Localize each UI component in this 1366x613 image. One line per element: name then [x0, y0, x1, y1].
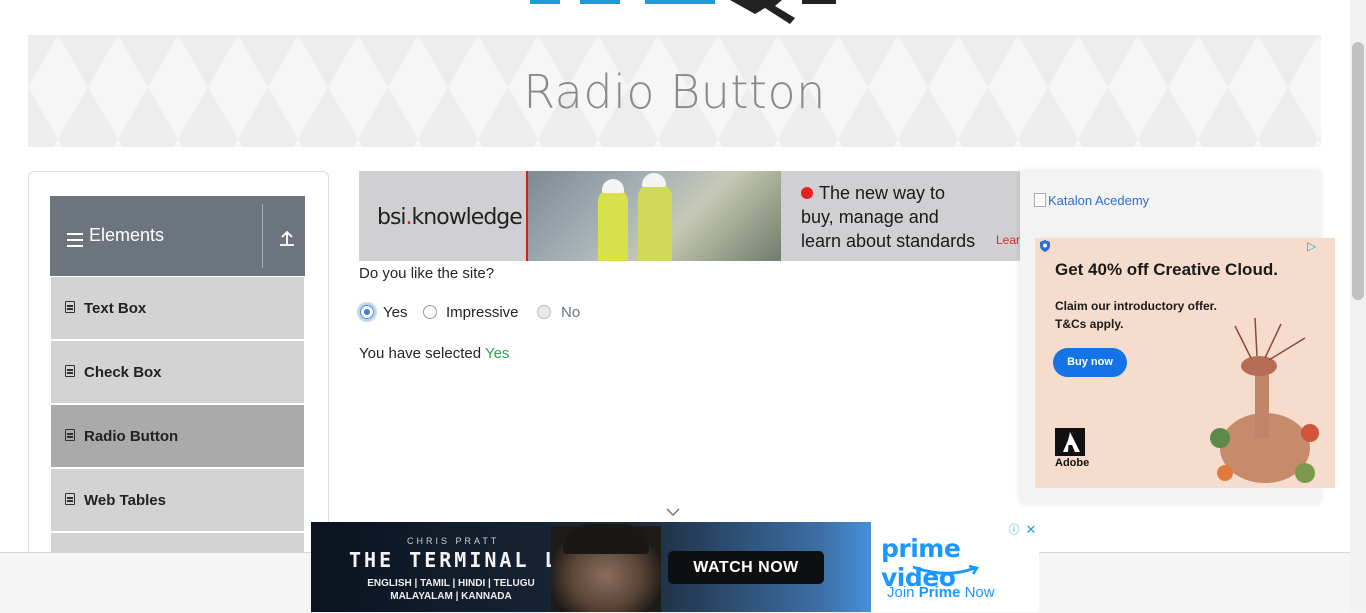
ad-actor: CHRIS PRATT [407, 536, 500, 546]
site-logo-fragment[interactable] [520, 0, 840, 24]
sidebar-group-label: Elements [89, 225, 165, 245]
ad-info-icon[interactable]: ⓘ [1006, 522, 1022, 538]
katalon-ad-link[interactable]: Katalon Acedemy [1034, 193, 1149, 208]
radio-group: Yes Impressive No [356, 303, 596, 325]
sidebar-item-text-box[interactable]: Text Box [51, 277, 304, 339]
adobe-logo-icon [1055, 428, 1085, 456]
ad-sidebar-right: Katalon Acedemy ▷ Get 40% off Creative C… [1020, 171, 1335, 503]
sidebar-item-radio-button[interactable]: Radio Button [51, 405, 304, 467]
hamburger-icon [67, 233, 83, 251]
radio-yes[interactable] [360, 305, 374, 319]
amazon-smile-icon [912, 565, 980, 575]
sidebar-item-label: Web Tables [84, 492, 166, 509]
sidebar-item-label: Text Box [84, 300, 147, 317]
bsi-logo: bsi.knowledge [377, 205, 523, 230]
radio-impressive-label[interactable]: Impressive [446, 304, 519, 321]
radio-no [537, 305, 551, 319]
ad-close-icon[interactable]: ✕ [1023, 522, 1039, 538]
selected-value: Yes [484, 345, 510, 362]
document-icon [65, 493, 75, 505]
sidebar-item-web-tables[interactable]: Web Tables [51, 469, 304, 531]
document-icon [65, 301, 75, 313]
selection-result: You have selected Yes [359, 345, 510, 362]
ad-learn-link[interactable]: Learn [996, 233, 1020, 247]
collapse-up-icon[interactable] [278, 228, 296, 248]
ad-banner-bsi[interactable]: bsi.knowledge The new way to buy, manage… [359, 171, 1020, 261]
join-prime-text: Join Prime Now [887, 584, 995, 601]
adchoices-icon[interactable]: ▷ [1307, 239, 1321, 253]
page-banner: Radio Button [28, 35, 1321, 147]
buy-now-button[interactable]: Buy now [1053, 348, 1127, 377]
sidebar-item-label: Radio Button [84, 428, 179, 445]
scrollbar[interactable] [1350, 0, 1366, 612]
ad-text: The new way to buy, manage and learn abo… [801, 183, 976, 251]
radio-no-label: No [561, 304, 581, 321]
ad-actor-cap [563, 524, 649, 554]
sidebar-item-label: Check Box [84, 364, 162, 381]
sidebar-group-elements[interactable]: Elements [50, 196, 305, 276]
page-title: Radio Button [523, 65, 826, 119]
scrollbar-thumb[interactable] [1352, 42, 1364, 300]
sidebar-item-check-box[interactable]: Check Box [51, 341, 304, 403]
ad-prime-left: CHRIS PRATT THE TERMINAL LIST ENGLISH | … [311, 522, 871, 612]
adobe-ad[interactable]: ▷ Get 40% off Creative Cloud. Claim our … [1035, 238, 1335, 488]
radio-impressive[interactable] [423, 305, 437, 319]
radio-yes-label[interactable]: Yes [383, 304, 407, 321]
ad-illustration [1210, 318, 1319, 483]
ad-prime-video[interactable]: CHRIS PRATT THE TERMINAL LIST ENGLISH | … [311, 522, 1039, 612]
ad-photo [526, 171, 781, 261]
document-icon [65, 365, 75, 377]
question-label: Do you like the site? [359, 265, 495, 282]
sidebar-item-next[interactable] [51, 533, 304, 553]
shield-icon [1040, 240, 1050, 252]
watch-now-button[interactable]: WATCH NOW [668, 551, 824, 584]
adobe-title: Get 40% off Creative Cloud. [1055, 260, 1278, 279]
ad-languages: ENGLISH | TAMIL | HINDI | TELUGU MALAYALA… [367, 578, 535, 602]
divider [262, 204, 263, 268]
document-icon [65, 429, 75, 441]
chevron-down-icon[interactable] [665, 507, 681, 517]
red-dot-icon [801, 187, 813, 199]
adobe-wordmark: Adobe [1055, 457, 1090, 469]
broken-image-icon [1034, 193, 1046, 207]
